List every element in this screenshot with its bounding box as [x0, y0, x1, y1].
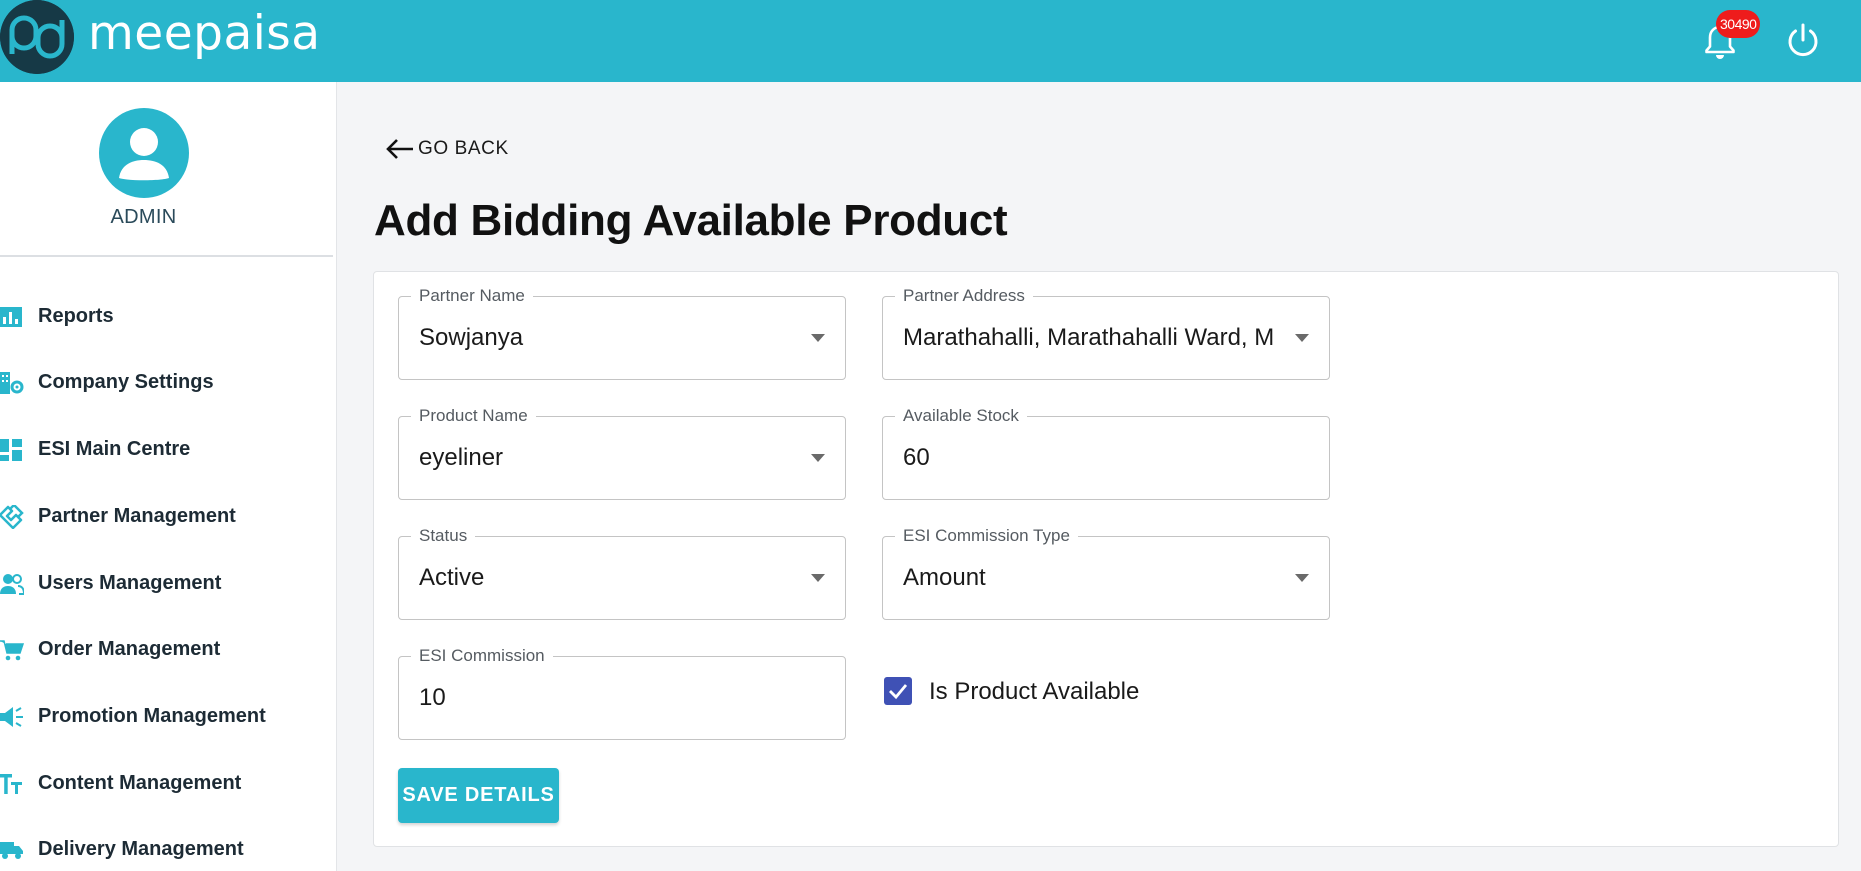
- cart-icon: [0, 640, 24, 661]
- sidebar-item-reports[interactable]: Reports: [0, 292, 337, 342]
- sidebar-item-label: Reports: [38, 305, 114, 327]
- user-role-label: ADMIN: [110, 206, 177, 228]
- sidebar-item-esi-main-centre[interactable]: ESI Main Centre: [0, 425, 337, 475]
- partner-address-label: Partner Address: [895, 286, 1033, 306]
- sidebar-item-label: Promotion Management: [38, 705, 266, 727]
- meepaisa-logo-icon[interactable]: [0, 0, 74, 74]
- power-icon[interactable]: [1783, 20, 1823, 60]
- sidebar-item-label: Partner Management: [38, 505, 236, 527]
- sidebar-item-label: Delivery Management: [38, 838, 244, 860]
- checkbox-checked-icon[interactable]: [884, 677, 912, 705]
- truck-icon: [0, 842, 23, 859]
- sidebar-divider: [0, 255, 333, 257]
- sidebar: ADMIN Reports Company Settings ESI Main …: [0, 82, 337, 871]
- save-details-button[interactable]: SAVE DETAILS: [398, 768, 559, 823]
- partner-address-value: Marathahalli, Marathahalli Ward, Maratha…: [903, 324, 1275, 351]
- go-back-label: GO BACK: [418, 138, 509, 159]
- esi-commission-type-label: ESI Commission Type: [895, 526, 1078, 546]
- top-app-bar: meepaisa 30490: [0, 0, 1861, 82]
- dropdown-caret-icon: [811, 334, 825, 342]
- sidebar-item-label: Company Settings: [38, 371, 214, 393]
- esi-commission-input[interactable]: ESI Commission 10: [398, 646, 846, 740]
- dropdown-caret-icon: [811, 454, 825, 462]
- partner-name-label: Partner Name: [411, 286, 533, 306]
- handshake-icon: [0, 505, 24, 529]
- sidebar-item-delivery-management[interactable]: Delivery Management: [0, 825, 337, 871]
- sidebar-item-order-management[interactable]: Order Management: [0, 625, 337, 675]
- dropdown-caret-icon: [811, 574, 825, 582]
- text-size-icon: [0, 774, 22, 794]
- esi-commission-type-value: Amount: [903, 564, 986, 591]
- product-name-value: eyeliner: [419, 444, 504, 471]
- product-form-card: Partner Name Sowjanya Partner Address Ma…: [373, 271, 1839, 847]
- status-select[interactable]: Status Active: [398, 526, 846, 620]
- available-stock-value: 60: [903, 444, 930, 471]
- users-icon: [0, 574, 24, 595]
- sidebar-item-label: Order Management: [38, 638, 221, 660]
- sidebar-item-label: ESI Main Centre: [38, 438, 191, 460]
- is-product-available-label: Is Product Available: [929, 678, 1140, 705]
- dashboard-icon: [0, 439, 22, 461]
- product-name-select[interactable]: Product Name eyeliner: [398, 406, 846, 500]
- sidebar-item-promotion-management[interactable]: Promotion Management: [0, 692, 337, 742]
- notification-badge: 30490: [1716, 10, 1761, 38]
- brand-name: meepaisa: [88, 6, 321, 61]
- arrow-left-icon: [386, 139, 413, 159]
- company-settings-icon: [0, 372, 24, 394]
- partner-name-value: Sowjanya: [419, 324, 524, 351]
- esi-commission-label: ESI Commission: [411, 646, 553, 666]
- sidebar-item-company-settings[interactable]: Company Settings: [0, 358, 337, 408]
- sidebar-item-label: Users Management: [38, 572, 222, 594]
- page-title: Add Bidding Available Product: [374, 196, 1008, 245]
- status-label: Status: [411, 526, 476, 546]
- partner-name-select[interactable]: Partner Name Sowjanya: [398, 286, 846, 380]
- partner-address-select[interactable]: Partner Address Marathahalli, Marathahal…: [882, 286, 1330, 380]
- megaphone-icon: [0, 707, 23, 727]
- sidebar-item-label: Content Management: [38, 772, 242, 794]
- sidebar-item-partner-management[interactable]: Partner Management: [0, 492, 337, 542]
- esi-commission-value: 10: [419, 684, 446, 711]
- bar-chart-icon: [0, 307, 22, 327]
- dropdown-caret-icon: [1295, 334, 1309, 342]
- sidebar-item-users-management[interactable]: Users Management: [0, 559, 337, 609]
- status-value: Active: [419, 564, 485, 591]
- avatar-icon[interactable]: [99, 108, 189, 198]
- available-stock-label: Available Stock: [895, 406, 1027, 426]
- dropdown-caret-icon: [1295, 574, 1309, 582]
- esi-commission-type-select[interactable]: ESI Commission Type Amount: [882, 526, 1330, 620]
- product-name-label: Product Name: [411, 406, 536, 426]
- available-stock-input[interactable]: Available Stock 60: [882, 406, 1330, 500]
- sidebar-item-content-management[interactable]: Content Management: [0, 759, 337, 809]
